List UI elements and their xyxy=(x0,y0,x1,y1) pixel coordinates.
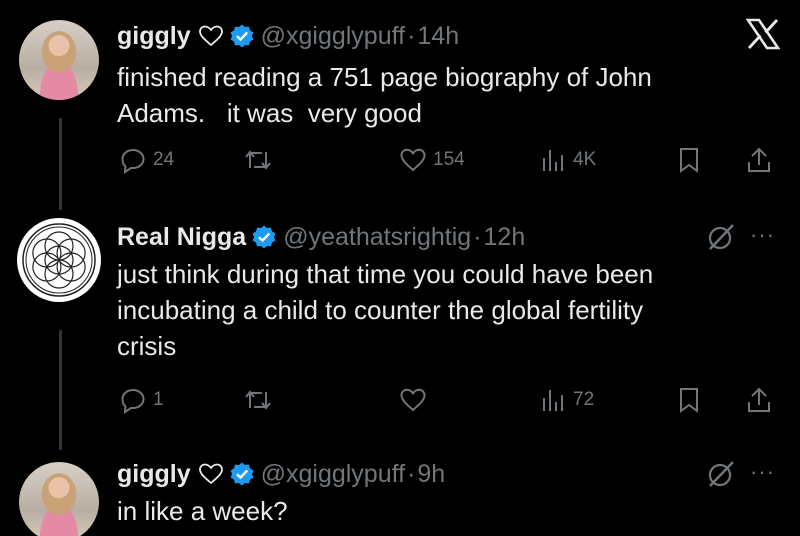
timestamp[interactable]: 9h xyxy=(417,460,445,489)
views-button[interactable]: 72 xyxy=(539,385,594,415)
share-icon xyxy=(748,387,770,412)
tweet-actions: 1 72 xyxy=(117,385,777,415)
reply-count: 24 xyxy=(153,149,175,170)
retweet-button[interactable] xyxy=(243,145,273,175)
tweet-text-line: just think during that time you could ha… xyxy=(117,259,654,289)
share-icon xyxy=(748,147,770,172)
like-icon xyxy=(400,388,426,412)
reply-icon xyxy=(121,148,145,174)
tweet: Real Nigga @yeathatsrightig · 12h just t… xyxy=(117,220,770,414)
avatar[interactable] xyxy=(19,462,99,536)
avatar[interactable] xyxy=(19,20,99,100)
verified-badge-icon xyxy=(229,461,255,487)
reply-icon xyxy=(121,388,145,414)
timestamp[interactable]: 12h xyxy=(484,223,526,252)
heart-outline-icon xyxy=(198,462,224,486)
display-name[interactable]: giggly xyxy=(117,460,191,489)
tweet-header: Real Nigga @yeathatsrightig · 12h xyxy=(117,220,770,254)
bookmark-icon xyxy=(680,388,698,413)
verified-badge-icon xyxy=(251,224,277,250)
reply-count: 1 xyxy=(153,389,164,410)
tweet-text: just think during that time you could ha… xyxy=(117,256,770,364)
retweet-button[interactable] xyxy=(243,385,273,415)
views-count: 4K xyxy=(573,149,597,170)
bookmark-button[interactable] xyxy=(677,145,701,175)
views-button[interactable]: 4K xyxy=(539,145,596,175)
retweet-icon xyxy=(245,390,271,410)
like-button[interactable] xyxy=(399,385,427,415)
views-icon xyxy=(543,390,563,411)
like-count: 154 xyxy=(433,149,465,170)
thread-line xyxy=(59,330,62,450)
bookmark-icon xyxy=(680,148,698,173)
views-icon xyxy=(543,150,563,171)
reply-button[interactable]: 1 xyxy=(119,385,164,415)
heart-outline-icon xyxy=(198,24,224,48)
tweet-text: finished reading a 751 page biography of… xyxy=(117,59,770,131)
display-name[interactable]: Real Nigga xyxy=(117,223,246,252)
separator-dot: · xyxy=(407,459,416,488)
flower-of-life-logo xyxy=(22,223,96,297)
tweet-text: in like a week? xyxy=(117,493,770,529)
timestamp[interactable]: 14h xyxy=(417,22,459,51)
tweet-text-line: Adams. it was very good xyxy=(117,98,422,128)
tweet-text-line: in like a week? xyxy=(117,496,288,526)
bookmark-button[interactable] xyxy=(677,385,701,415)
tweet-text-line: crisis xyxy=(117,331,177,361)
display-name[interactable]: giggly xyxy=(117,22,191,51)
tweet-actions: 24 154 4K xyxy=(117,145,777,175)
separator-dot: · xyxy=(473,222,482,251)
avatar[interactable] xyxy=(17,218,101,302)
tweet-header: giggly @xgigglypuff · 14h xyxy=(117,19,770,53)
separator-dot: · xyxy=(407,21,416,50)
thread-line xyxy=(59,118,62,210)
tweet: giggly @xgigglypuff · 14h finished readi… xyxy=(117,19,770,174)
handle[interactable]: @yeathatsrightig xyxy=(283,223,471,252)
share-button[interactable] xyxy=(745,385,773,415)
tweet-text-line: finished reading a 751 page biography of… xyxy=(117,62,652,92)
handle[interactable]: @xgigglypuff xyxy=(261,460,405,489)
reply-button[interactable]: 24 xyxy=(119,145,174,175)
views-count: 72 xyxy=(573,389,595,410)
handle[interactable]: @xgigglypuff xyxy=(261,22,405,51)
retweet-icon xyxy=(245,150,271,170)
tweet: giggly @xgigglypuff · 9h in like a week? xyxy=(117,457,770,529)
share-button[interactable] xyxy=(745,145,773,175)
like-icon xyxy=(400,148,426,172)
tweet-header: giggly @xgigglypuff · 9h xyxy=(117,457,770,491)
tweet-text-line: incubating a child to counter the global… xyxy=(117,295,644,325)
verified-badge-icon xyxy=(229,23,255,49)
like-button[interactable]: 154 xyxy=(399,145,465,175)
